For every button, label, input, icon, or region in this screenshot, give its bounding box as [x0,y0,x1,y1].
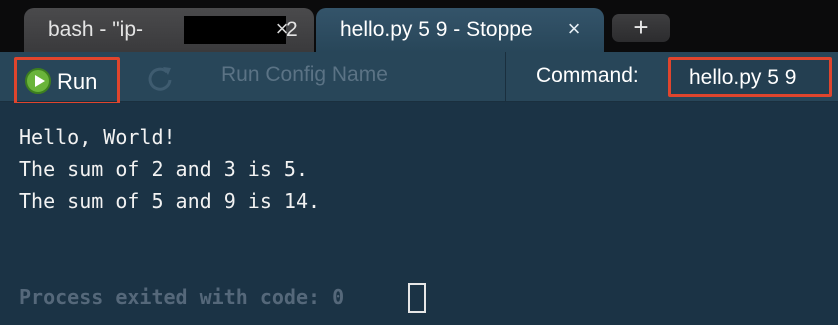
tab-hello-py-label: hello.py 5 9 - Stoppe [340,18,533,41]
toolbar-divider [505,52,506,102]
tab-hello-py[interactable]: hello.py 5 9 - Stoppe × [316,8,604,52]
close-icon[interactable]: × [272,16,292,42]
refresh-icon[interactable] [146,64,174,92]
terminal-cursor [408,283,426,313]
redaction-box [184,16,286,44]
command-input-value: hello.py 5 9 [689,66,797,89]
run-button-label: Run [57,69,98,94]
close-icon[interactable]: × [564,16,584,42]
run-config-name-field[interactable]: Run Config Name [221,63,388,87]
output-line: The sum of 2 and 3 is 5. [19,157,308,181]
new-tab-button[interactable]: + [612,14,670,42]
terminal-output[interactable]: Hello, World! The sum of 2 and 3 is 5. T… [0,103,838,325]
tab-bar: bash - "ip- 2 × hello.py 5 9 - Stoppe × … [0,0,838,52]
play-icon [25,68,51,94]
output-line: The sum of 5 and 9 is 14. [19,189,321,213]
process-exit-message: Process exited with code: 0 [19,285,345,309]
command-label: Command: [536,64,639,87]
run-toolbar: Run Run Config Name Command: hello.py 5 … [0,52,838,105]
tab-bash[interactable]: bash - "ip- 2 × [24,8,314,52]
run-button[interactable]: Run [14,57,120,105]
output-line: Hello, World! [19,125,176,149]
plus-icon: + [633,12,649,42]
command-input[interactable]: hello.py 5 9 [668,57,832,97]
